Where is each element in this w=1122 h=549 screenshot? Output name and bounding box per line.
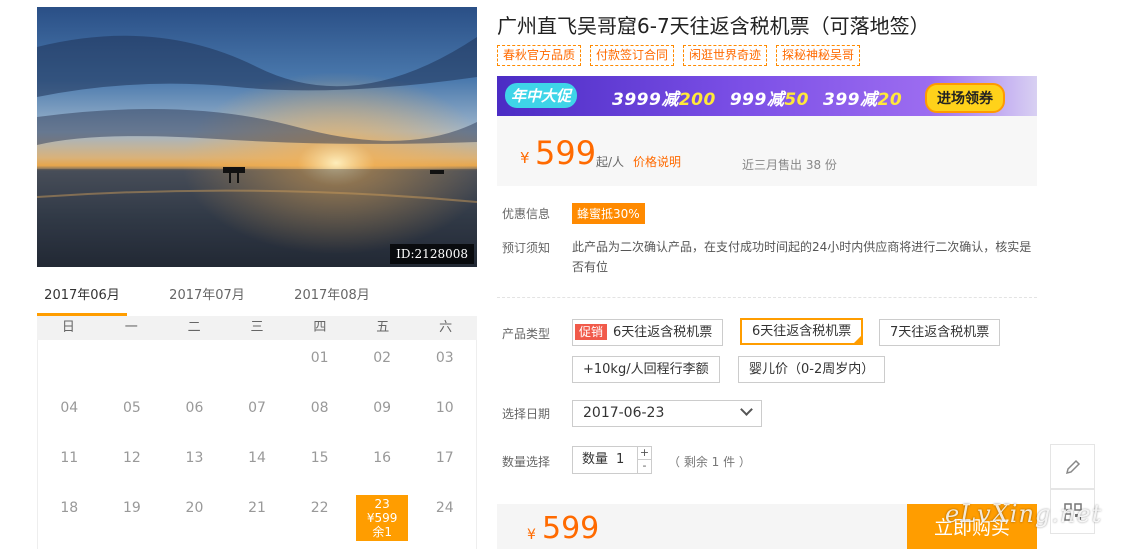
calendar-day[interactable]: 21	[226, 490, 289, 540]
type-option-luggage[interactable]: +10kg/人回程行李额	[572, 356, 720, 383]
weekday-sun: 日	[61, 320, 75, 335]
calendar-day[interactable]: 06	[163, 390, 226, 440]
calendar-day[interactable]: 20	[163, 490, 226, 540]
calendar-day[interactable]: 08	[288, 390, 351, 440]
calendar-day[interactable]: 10	[413, 390, 476, 440]
date-select[interactable]: 2017-06-23	[572, 400, 762, 427]
calendar-day[interactable]: 02	[351, 340, 414, 390]
quantity-minus-button[interactable]: -	[637, 460, 651, 473]
calendar-day[interactable]: 03	[413, 340, 476, 390]
weekday-fri: 五	[376, 320, 390, 335]
type-option-7day[interactable]: 7天往返含税机票	[879, 319, 1001, 346]
discount-badge: 蜂蜜抵30%	[572, 203, 645, 224]
quantity-value[interactable]: 1	[616, 452, 624, 467]
product-photo: ID:2128008	[37, 7, 477, 267]
weekday-wed: 三	[250, 320, 264, 335]
calendar-day[interactable]: 01	[288, 340, 351, 390]
calendar-day[interactable]: 15	[288, 440, 351, 490]
calendar-day[interactable]: 18	[38, 490, 101, 540]
type-option-6day-promo[interactable]: 促销 6天往返含税机票	[572, 319, 724, 346]
quantity-remain: （ 剩余 1 件 ）	[668, 455, 751, 469]
banner-deal: 399减20	[823, 90, 903, 110]
photo-id-label: ID:2128008	[390, 244, 474, 264]
claim-coupon-button[interactable]: 进场领券	[925, 83, 1005, 113]
notice-text: 此产品为二次确认产品，在支付成功时间起的24小时内供应商将进行二次确认，核实是否…	[572, 240, 1032, 274]
product-type-label: 产品类型	[502, 327, 551, 341]
calendar-month-tabs: 2017年06月 2017年07月 2017年08月	[37, 282, 477, 316]
calendar-day[interactable]: 11	[38, 440, 101, 490]
calendar-day[interactable]: 17	[413, 440, 476, 490]
calendar-day[interactable]: 24	[413, 490, 476, 540]
quantity-stepper[interactable]: 数量 1 + -	[572, 446, 652, 474]
calendar-week-row: 01 02 03	[38, 340, 476, 390]
product-tag: 春秋官方品质	[497, 45, 582, 66]
tab-month-june[interactable]: 2017年06月	[37, 282, 127, 316]
calendar-day[interactable]: 09	[351, 390, 414, 440]
pencil-icon	[1065, 459, 1081, 475]
selected-day-remain: 余1	[372, 525, 392, 539]
selected-day-number: 23	[374, 497, 390, 511]
calendar-day	[226, 340, 289, 390]
price-unit: 起/人	[596, 155, 625, 169]
calendar-grid: 01 02 03 04 05 06 07 08 09 10 11 12 13 1…	[37, 340, 477, 549]
bottom-price: 599	[542, 511, 600, 546]
promo-tag: 促销	[575, 324, 608, 340]
calendar-day[interactable]: 05	[101, 390, 164, 440]
product-tag: 付款签订合同	[590, 45, 675, 66]
selected-date-cell[interactable]: 23 ¥599 余1	[355, 495, 409, 541]
quantity-label: 数量选择	[502, 455, 551, 469]
sold-count: 近三月售出 38 份	[742, 158, 837, 172]
product-tag: 闲逛世界奇迹	[683, 45, 768, 66]
price-explain-link[interactable]: 价格说明	[633, 153, 681, 170]
weekday-mon: 一	[124, 320, 138, 335]
site-watermark: eLvXing.net	[945, 500, 1103, 528]
chevron-down-icon	[740, 403, 753, 416]
calendar-week-row: 18 19 20 21 22 23 ¥599 余1 24	[38, 490, 476, 541]
price-value: 599	[535, 134, 597, 172]
calendar-day	[101, 340, 164, 390]
price-currency: ¥	[520, 149, 530, 167]
selected-day-price: ¥599	[366, 511, 398, 525]
selected-corner-icon	[853, 335, 863, 344]
calendar-day[interactable]: 22	[288, 490, 351, 540]
type-option-infant[interactable]: 婴儿价（0-2周岁内）	[738, 356, 886, 383]
banner-sale-tag: 年中大促	[505, 83, 578, 108]
banner-deal: 3999减200	[612, 90, 716, 110]
calendar-day[interactable]: 14	[226, 440, 289, 490]
tab-month-july[interactable]: 2017年07月	[162, 282, 252, 316]
notice-label: 预订须知	[502, 241, 551, 255]
product-tag: 探秘神秘吴哥	[776, 45, 861, 66]
calendar-weekday-header: 日 一 二 三 四 五 六	[37, 316, 477, 340]
date-label: 选择日期	[502, 407, 551, 421]
product-tags: 春秋官方品质 付款签订合同 闲逛世界奇迹 探秘神秘吴哥	[497, 45, 861, 66]
calendar-week-row: 04 05 06 07 08 09 10	[38, 390, 476, 440]
banner-deals: 3999减200 999减50 399减20	[612, 85, 902, 110]
calendar-day[interactable]: 19	[101, 490, 164, 540]
bottom-currency: ¥	[527, 527, 536, 543]
calendar-day[interactable]: 07	[226, 390, 289, 440]
promo-banner[interactable]: 年中大促 3999减200 999减50 399减20 进场领券	[497, 76, 1037, 116]
weekday-sat: 六	[439, 320, 453, 335]
weekday-tue: 二	[187, 320, 201, 335]
type-option-6day-selected[interactable]: 6天往返含税机票	[740, 318, 864, 345]
calendar-day[interactable]: 12	[101, 440, 164, 490]
price-box: ¥ 599 起/人 价格说明 近三月售出 38 份	[497, 116, 1037, 186]
calendar-week-row: 11 12 13 14 15 16 17	[38, 440, 476, 490]
discount-label: 优惠信息	[502, 207, 551, 221]
calendar-day[interactable]: 04	[38, 390, 101, 440]
calendar-day[interactable]: 16	[351, 440, 414, 490]
weekday-thu: 四	[313, 320, 327, 335]
calendar-day-selected[interactable]: 23 ¥599 余1	[351, 490, 414, 541]
product-title: 广州直飞吴哥窟6-7天往返含税机票（可落地签）	[497, 14, 930, 38]
calendar-day	[38, 340, 101, 390]
banner-deal: 999减50	[729, 90, 809, 110]
sunset-image	[37, 7, 477, 267]
tab-month-august[interactable]: 2017年08月	[287, 282, 377, 316]
calendar-day[interactable]: 13	[163, 440, 226, 490]
calendar-day	[163, 340, 226, 390]
side-edit-button[interactable]	[1050, 444, 1095, 489]
section-divider	[497, 297, 1037, 298]
